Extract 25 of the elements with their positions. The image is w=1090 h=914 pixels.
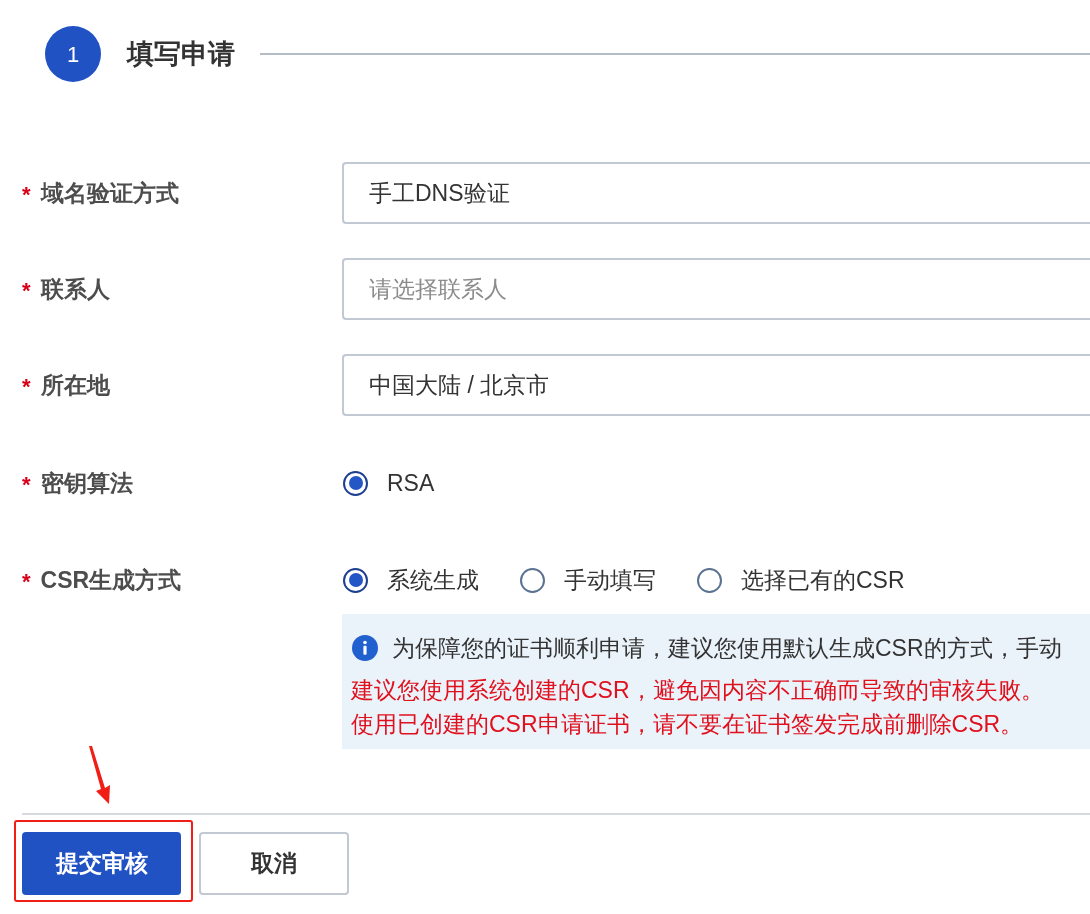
info-icon	[352, 635, 378, 661]
warning-text: 使用已创建的CSR申请证书，请不要在证书签发完成前删除CSR。	[351, 710, 1025, 739]
notice-text: 为保障您的证书顺利申请，建议您使用默认生成CSR的方式，手动	[392, 633, 1062, 663]
input-field[interactable]: 手工DNS验证	[342, 162, 1090, 224]
warning-text: 建议您使用系统创建的CSR，避免因内容不正确而导致的审核失败。	[351, 676, 1045, 705]
radio-option[interactable]: 系统生成	[343, 562, 479, 598]
step-title: 填写申请	[127, 37, 235, 71]
radio-option[interactable]: RSA	[343, 465, 435, 501]
field-label: 密钥算法	[40, 468, 133, 498]
step-number: 1	[45, 26, 101, 82]
required-asterisk: *	[22, 376, 31, 398]
radio-option[interactable]: 手动填写	[520, 562, 656, 598]
required-asterisk: *	[22, 474, 31, 496]
submit-button[interactable]: 提交审核	[22, 832, 181, 895]
radio-option[interactable]: 选择已有的CSR	[697, 562, 905, 598]
cancel-button[interactable]: 取消	[199, 832, 349, 895]
required-asterisk: *	[22, 184, 31, 206]
required-asterisk: *	[22, 571, 31, 593]
input-field[interactable]: 中国大陆 / 北京市	[342, 354, 1090, 416]
field-label: 所在地	[40, 370, 110, 400]
required-asterisk: *	[22, 280, 31, 302]
input-field[interactable]: 请选择联系人	[342, 258, 1090, 320]
field-label: 联系人	[40, 274, 110, 304]
field-label: 域名验证方式	[40, 178, 179, 208]
field-label: CSR生成方式	[40, 565, 182, 595]
